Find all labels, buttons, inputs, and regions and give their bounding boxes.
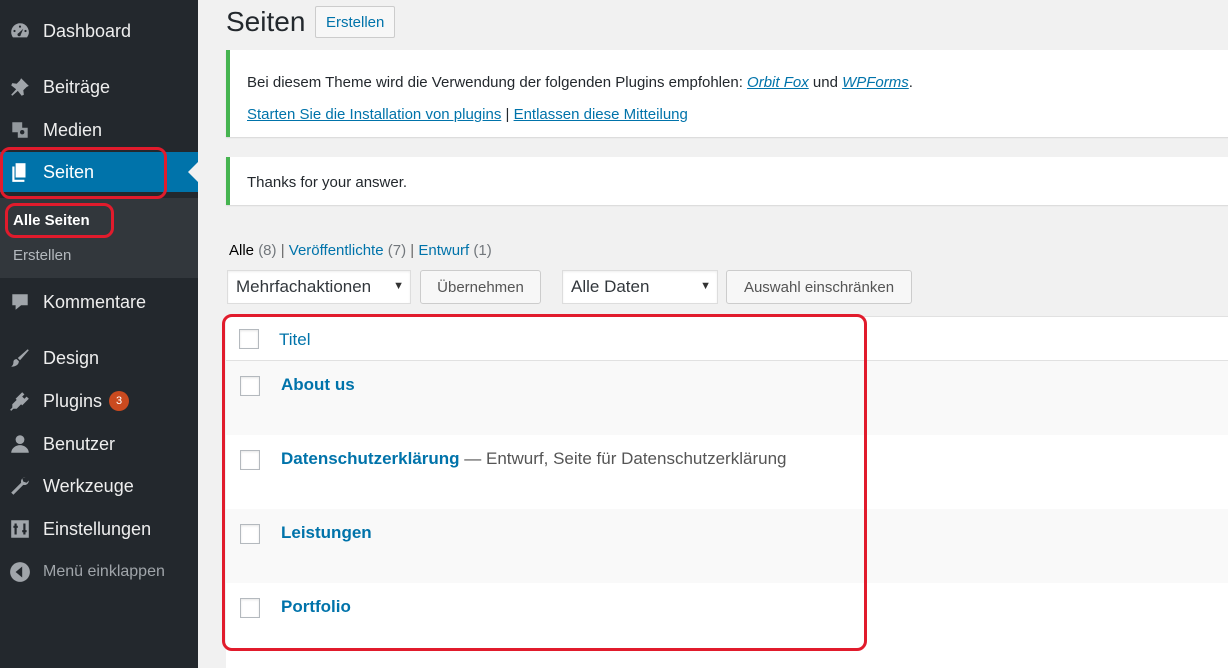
wrench-icon [9,475,31,497]
menu-label: Design [43,347,100,368]
settings-icon [9,518,31,540]
filter-all[interactable]: Alle [229,242,254,259]
pages-submenu: Alle Seiten Erstellen [0,198,198,278]
media-icon [9,119,31,141]
row-title: About us [281,375,355,395]
table-row: Portfolio [226,583,1228,657]
apply-button[interactable]: Übernehmen [420,270,541,304]
menu-posts[interactable]: Beiträge [0,67,198,107]
dates-value: Alle Daten [571,277,650,296]
menu-settings[interactable]: Einstellungen [0,509,198,549]
bulk-actions-select[interactable]: Mehrfachaktionen ▼ [227,270,411,304]
dates-select[interactable]: Alle Daten ▼ [562,270,718,304]
caret-down-icon: ▼ [393,280,404,292]
dismiss-notice-link[interactable]: Entlassen diese Mitteilung [514,106,688,123]
menu-media[interactable]: Medien [0,110,198,150]
select-all-checkbox[interactable] [239,329,259,349]
install-plugins-link[interactable]: Starten Sie die Installation von plugins [247,106,501,123]
orbit-fox-link[interactable]: Orbit Fox [747,74,809,91]
separator: | [505,106,510,123]
active-arrow [188,162,198,182]
brush-icon [9,347,31,369]
menu-pages[interactable]: Seiten [0,152,198,192]
page-title-link[interactable]: Portfolio [281,597,351,616]
plugin-notice: Bei diesem Theme wird die Verwendung der… [226,50,1228,137]
wpforms-link[interactable]: WPForms [842,74,909,91]
update-count-badge: 3 [109,391,130,411]
status-filter-links: Alle (8) | Veröffentlichte (7) | Entwurf… [229,242,492,259]
notice-and: und [812,74,838,91]
row-state: — Entwurf, Seite für Datenschutzerklärun… [459,449,787,468]
caret-down-icon: ▼ [700,280,711,292]
row-title: Portfolio [281,597,351,617]
submenu-all-pages[interactable]: Alle Seiten [13,212,90,229]
page-title-link[interactable]: About us [281,375,355,394]
menu-plugins[interactable]: Plugins 3 [0,381,198,421]
menu-label: Menü einklappen [43,563,165,580]
menu-label: Einstellungen [43,518,152,539]
filter-button[interactable]: Auswahl einschränken [726,270,912,304]
user-icon [9,433,31,455]
table-header: Titel [226,317,1228,361]
filter-draft-count: (1) [473,242,492,259]
menu-label: Seiten [43,161,95,182]
page-title-link[interactable]: Datenschutzerklärung [281,449,460,468]
menu-users[interactable]: Benutzer [0,424,198,464]
row-checkbox[interactable] [240,524,260,544]
submenu-add-new[interactable]: Erstellen [13,247,71,264]
filter-published-count: (7) [387,242,407,259]
row-checkbox[interactable] [240,450,260,470]
row-checkbox[interactable] [240,376,260,396]
notice-links: Starten Sie die Installation von plugins… [247,106,688,123]
menu-label: Kommentare [43,291,147,312]
table-row: Leistungen [226,509,1228,583]
answer-notice: Thanks for your answer. [226,157,1228,205]
page-title-link[interactable]: Leistungen [281,523,372,542]
notice-text: Thanks for your answer. [247,174,408,191]
menu-dashboard[interactable]: Dashboard [0,11,198,51]
table-row: Datenschutzerklärung — Entwurf, Seite fü… [226,435,1228,509]
menu-label: Plugins [43,390,103,411]
table-row: About us [226,361,1228,435]
menu-label: Beiträge [43,76,111,97]
page-icon [9,161,31,183]
row-checkbox[interactable] [240,598,260,618]
menu-label: Benutzer [43,433,116,454]
menu-comments[interactable]: Kommentare [0,282,198,322]
collapse-icon [9,561,31,583]
filter-all-count: (8) [258,242,277,259]
page-title: Seiten [226,6,306,37]
row-title: Leistungen [281,523,372,543]
plugin-icon [9,390,31,412]
notice-text-line: Bei diesem Theme wird die Verwendung der… [247,74,913,91]
menu-tools[interactable]: Werkzeuge [0,466,198,506]
filter-draft[interactable]: Entwurf [418,242,469,259]
dashboard-icon [9,20,31,42]
comment-icon [9,291,31,313]
notice-period: . [908,74,913,91]
pin-icon [9,76,31,98]
menu-label: Werkzeuge [43,475,134,496]
menu-label: Medien [43,119,103,140]
column-title[interactable]: Titel [279,330,311,350]
menu-design[interactable]: Design [0,338,198,378]
pages-table: Titel About us Datenschutzerklärung — En… [226,316,1228,668]
notice-text: Bei diesem Theme wird die Verwendung der… [247,74,743,91]
admin-sidebar: Dashboard Beiträge Medien Seiten Alle Se… [0,0,198,668]
main-content: Seiten Erstellen Bei diesem Theme wird d… [198,0,1228,668]
add-new-button[interactable]: Erstellen [315,6,396,38]
bulk-actions-value: Mehrfachaktionen [236,277,372,296]
menu-collapse[interactable]: Menü einklappen [0,552,198,592]
separator: | [280,242,285,259]
menu-label: Dashboard [43,20,132,41]
separator: | [410,242,415,259]
filter-published[interactable]: Veröffentlichte [289,242,384,259]
row-title: Datenschutzerklärung — Entwurf, Seite fü… [281,449,786,469]
